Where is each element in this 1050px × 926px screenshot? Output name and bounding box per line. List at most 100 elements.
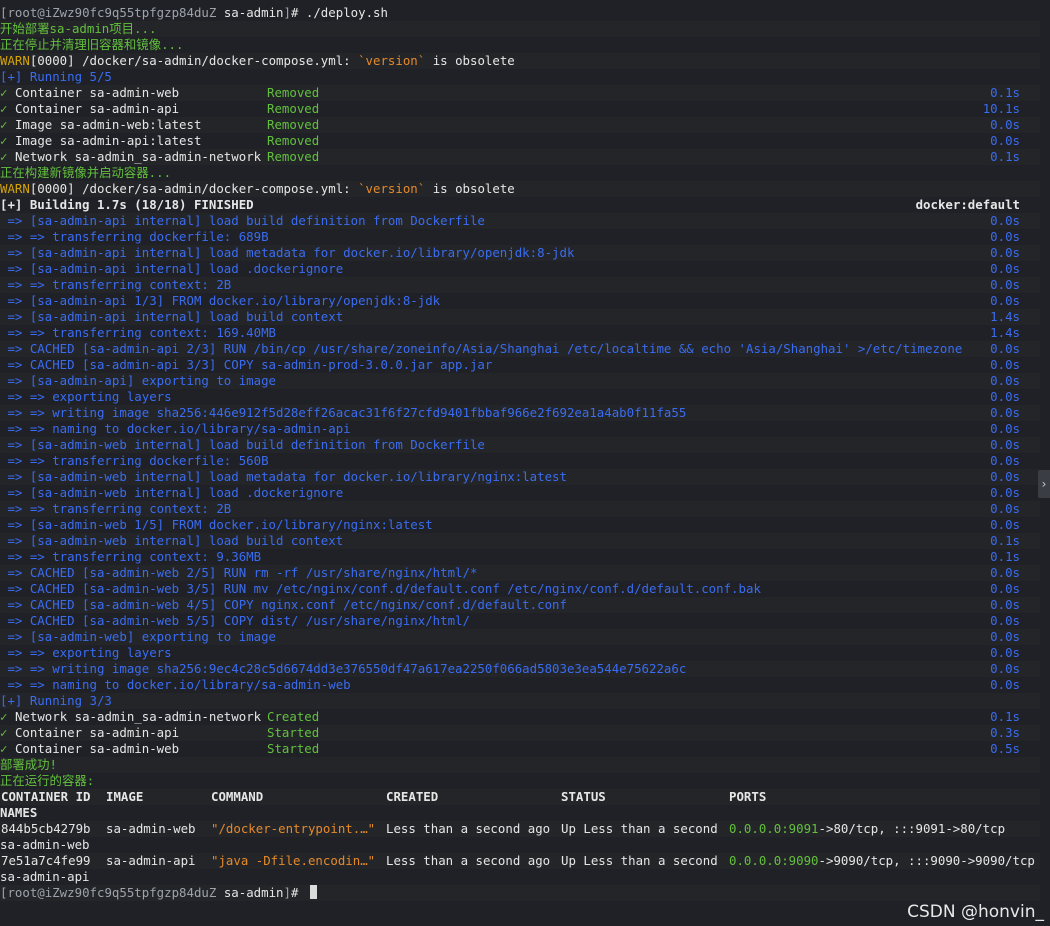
build-step-time: 0.0s xyxy=(990,613,1020,628)
running-line: [+] Running 5/5 xyxy=(0,69,1040,85)
build-step-time: 0.0s xyxy=(990,565,1020,580)
ps-cell-image: sa-admin-web xyxy=(106,821,196,836)
cursor xyxy=(309,885,317,899)
build-step-time: 0.0s xyxy=(990,229,1020,244)
ps-port-host: 0.0.0.0:9090 xyxy=(729,853,819,868)
build-step: => [sa-admin-api 1/3] FROM docker.io/lib… xyxy=(0,293,1040,309)
build-step-text: => => naming to docker.io/library/sa-adm… xyxy=(0,421,351,436)
row-space xyxy=(7,117,14,132)
resource-name: Network sa-admin_sa-admin-network xyxy=(14,149,262,164)
ps-cell-status: Up Less than a second xyxy=(561,853,718,868)
build-step-text: => => writing image sha256:9ec4c28c5d667… xyxy=(0,661,687,676)
row-status: Removed xyxy=(267,117,320,132)
build-step: => => exporting layers 0.0s xyxy=(0,645,1040,661)
ps-cell-id: 7e51a7c4fe99 xyxy=(1,853,91,868)
build-step: => [sa-admin-web internal] load .dockeri… xyxy=(0,485,1040,501)
build-step-time: 0.0s xyxy=(990,277,1020,292)
build-step: => => transferring dockerfile: 560B 0.0s xyxy=(0,453,1040,469)
ps-row: 7e51a7c4fe99 sa-admin-api "java -Dfile.enc… xyxy=(0,853,1040,869)
build-step: => => transferring context: 169.40MB 1.4s xyxy=(0,325,1040,341)
row-status: Removed xyxy=(267,149,320,164)
row-time: 0.1s xyxy=(990,149,1020,164)
build-step-time: 0.0s xyxy=(990,341,1020,356)
row-time: 0.5s xyxy=(990,741,1020,756)
building-text: [+] Building 1.7s (18/18) FINISHED xyxy=(0,197,254,212)
build-step: => => transferring context: 2B 0.0s xyxy=(0,501,1040,517)
build-step: => [sa-admin-api internal] load build co… xyxy=(0,309,1040,325)
build-step: => [sa-admin-web] exporting to image 0.0s xyxy=(0,629,1040,645)
build-step-text: => [sa-admin-web 1/5] FROM docker.io/lib… xyxy=(0,517,433,532)
build-step: => [sa-admin-web internal] load build de… xyxy=(0,437,1040,453)
warn-text-post: is obsolete xyxy=(425,53,515,68)
ps-port-rest: ->9090/tcp, :::9090->9090/tcp xyxy=(818,853,1035,868)
build-step: => [sa-admin-web internal] load build co… xyxy=(0,533,1040,549)
terminal-output[interactable]: [root@iZwz90fc9q55tpfgzp84duZ sa-admin]#… xyxy=(0,0,1050,926)
build-step-text: => => transferring context: 2B xyxy=(0,277,232,292)
started-row: ✓ Container sa-admin-web Started 0.5s xyxy=(0,741,1040,757)
build-step-text: => => writing image sha256:446e912f5d28e… xyxy=(0,405,687,420)
prompt-hash: # xyxy=(290,885,306,900)
scroll-right-arrow-icon[interactable]: › xyxy=(1038,470,1050,498)
row-time: 0.0s xyxy=(990,117,1020,132)
started-row: ✓ Container sa-admin-api Started 0.3s xyxy=(0,725,1040,741)
build-step-text: => => transferring dockerfile: 689B xyxy=(0,229,269,244)
build-step: => [sa-admin-web 1/5] FROM docker.io/lib… xyxy=(0,517,1040,533)
build-step-text: => [sa-admin-api internal] load metadata… xyxy=(0,245,575,260)
build-step-text: => [sa-admin-api internal] load build de… xyxy=(0,213,485,228)
ps-cell-created: Less than a second ago xyxy=(386,853,551,868)
ps-cell-command: "java -Dfile.encodin…" xyxy=(211,853,376,868)
ps-header-cell: CONTAINER ID xyxy=(1,789,91,804)
warn-code: [0000] xyxy=(29,181,75,196)
build-step: => CACHED [sa-admin-web 5/5] COPY dist/ … xyxy=(0,613,1040,629)
build-step-time: 0.0s xyxy=(990,245,1020,260)
ps-port-rest: ->80/tcp, :::9091->80/tcp xyxy=(818,821,1006,836)
build-step-text: => => transferring context: 2B xyxy=(0,501,232,516)
ps-cell-name: sa-admin-api xyxy=(0,869,90,884)
ps-header: CONTAINER ID IMAGE COMMAND CREATED STATUS POR… xyxy=(0,789,1040,805)
build-step-time: 0.0s xyxy=(990,677,1020,692)
ps-cell-created: Less than a second ago xyxy=(386,821,551,836)
build-step: => => writing image sha256:9ec4c28c5d667… xyxy=(0,661,1040,677)
resource-name: Container sa-admin-api xyxy=(14,725,180,740)
row-status: Started xyxy=(267,741,320,756)
row-space xyxy=(7,149,14,164)
build-step-time: 0.0s xyxy=(990,597,1020,612)
build-step-time: 0.0s xyxy=(990,357,1020,372)
warn-code: [0000] xyxy=(29,53,75,68)
build-step-time: 0.0s xyxy=(990,517,1020,532)
build-step-text: => => transferring dockerfile: 560B xyxy=(0,453,269,468)
building-context: docker:default xyxy=(915,197,1020,212)
ps-name-line: sa-admin-api xyxy=(0,869,1040,885)
prompt-command: ./deploy.sh xyxy=(305,5,388,20)
build-step-time: 0.0s xyxy=(990,453,1020,468)
build-step: => CACHED [sa-admin-web 2/5] RUN rm -rf … xyxy=(0,565,1040,581)
build-step: => CACHED [sa-admin-web 4/5] COPY nginx.… xyxy=(0,597,1040,613)
prompt-dir: sa-admin xyxy=(223,5,284,20)
build-step: => [sa-admin-api internal] load metadata… xyxy=(0,245,1040,261)
prompt-line: [root@iZwz90fc9q55tpfgzp84duZ sa-admin]# xyxy=(0,885,1040,901)
msg-running-text: 正在运行的容器: xyxy=(0,773,95,788)
resource-name: Container sa-admin-api xyxy=(14,101,180,116)
ps-cell-ports: 0.0.0.0:9091->80/tcp, :::9091->80/tcp xyxy=(729,821,1005,837)
removed-row: ✓ Image sa-admin-web:latest Removed 0.0s xyxy=(0,117,1040,133)
build-step-time: 0.0s xyxy=(990,661,1020,676)
removed-row: ✓ Image sa-admin-api:latest Removed 0.0s xyxy=(0,133,1040,149)
row-status: Removed xyxy=(267,133,320,148)
build-step-text: => CACHED [sa-admin-api 2/3] RUN /bin/cp… xyxy=(0,341,963,356)
build-step: => => writing image sha256:446e912f5d28e… xyxy=(0,405,1040,421)
build-step-text: => => exporting layers xyxy=(0,389,172,404)
build-step-text: => [sa-admin-api 1/3] FROM docker.io/lib… xyxy=(0,293,441,308)
build-step-text: => [sa-admin-web internal] load metadata… xyxy=(0,469,567,484)
resource-name: Image sa-admin-web:latest xyxy=(14,117,202,132)
build-step-time: 0.0s xyxy=(990,261,1020,276)
prompt-dir: sa-admin xyxy=(223,885,284,900)
build-step-time: 0.0s xyxy=(990,629,1020,644)
warn-text-post: is obsolete xyxy=(425,181,515,196)
resource-name: Network sa-admin_sa-admin-network xyxy=(14,709,262,724)
build-step-text: => CACHED [sa-admin-web 3/5] RUN mv /etc… xyxy=(0,581,761,596)
msg-stop: 正在停止并清理旧容器和镜像... xyxy=(0,37,1040,53)
build-step-text: => [sa-admin-web internal] load build co… xyxy=(0,533,344,548)
msg-success-text: 部署成功! xyxy=(0,757,58,772)
ps-port-host: 0.0.0.0:9091 xyxy=(729,821,819,836)
